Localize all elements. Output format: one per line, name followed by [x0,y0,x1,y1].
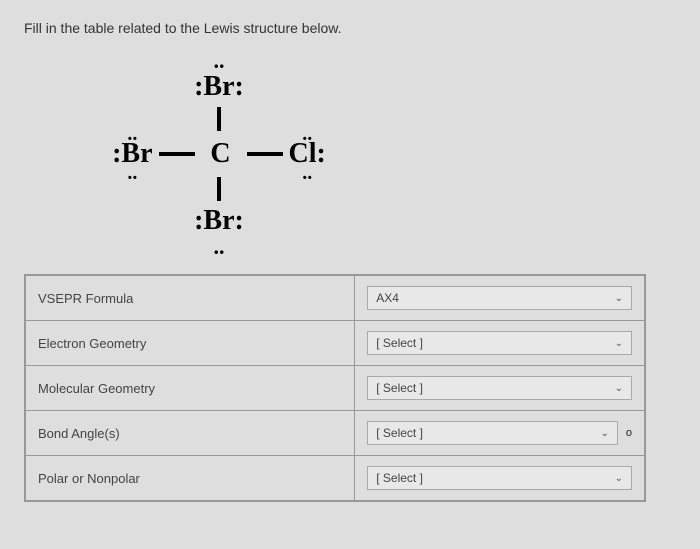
bond-vertical-bottom [217,177,221,201]
atom-center: C [201,138,241,170]
lone-pair-left-bottom: .. [127,169,137,178]
row-label-bond-angles: Bond Angle(s) [26,411,355,456]
table-row: Bond Angle(s) [ Select ] ⌄ o [26,411,645,456]
lone-pair-right-bottom: .. [302,169,312,178]
select-bond-angles[interactable]: [ Select ] ⌄ [367,421,618,445]
table-row: VSEPR Formula AX4 ⌄ [26,276,645,321]
atom-top: :Br: [194,71,244,103]
lone-pair-bottom: .. [214,242,225,252]
chevron-down-icon: ⌄ [615,473,623,484]
select-value: [ Select ] [376,426,423,440]
select-electron-geometry[interactable]: [ Select ] ⌄ [367,331,632,355]
instruction-text: Fill in the table related to the Lewis s… [24,20,676,36]
select-polarity[interactable]: [ Select ] ⌄ [367,466,632,490]
chevron-down-icon: ⌄ [615,383,623,394]
degree-annotation: o [626,427,632,439]
row-label-electron-geom: Electron Geometry [26,321,355,366]
select-vsepr[interactable]: AX4 ⌄ [367,286,632,310]
lewis-structure: .. :Br: .. :Br .. C .. Cl: .. :Br: .. [84,54,354,254]
lone-pair-top: .. [214,56,225,66]
properties-table: VSEPR Formula AX4 ⌄ Electron Geometry [24,274,646,502]
chevron-down-icon: ⌄ [600,428,608,439]
table-row: Electron Geometry [ Select ] ⌄ [26,321,645,366]
bond-horizontal-left [159,152,195,156]
bond-horizontal-right [247,152,283,156]
table-row: Polar or Nonpolar [ Select ] ⌄ [26,456,645,501]
select-value: [ Select ] [376,471,423,485]
row-label-molecular-geom: Molecular Geometry [26,366,355,411]
chevron-down-icon: ⌄ [615,338,623,349]
select-molecular-geometry[interactable]: [ Select ] ⌄ [367,376,632,400]
row-label-polarity: Polar or Nonpolar [26,456,355,501]
chevron-down-icon: ⌄ [615,293,623,304]
row-label-vsepr: VSEPR Formula [26,276,355,321]
select-value: AX4 [376,291,399,305]
select-value: [ Select ] [376,336,423,350]
bond-vertical-top [217,107,221,131]
table-row: Molecular Geometry [ Select ] ⌄ [26,366,645,411]
select-value: [ Select ] [376,381,423,395]
atom-bottom: :Br: [194,205,244,237]
